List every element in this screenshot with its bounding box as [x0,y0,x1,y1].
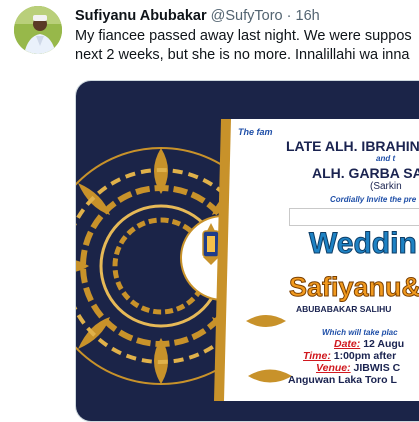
invite-which-line: Which will take plac [322,328,398,337]
date-value: 12 Augu [363,338,405,350]
meta-separator: · [286,8,292,24]
invite-groom-name: Safiyanu& [289,272,419,303]
tweet-text-line-1: My fiancee passed away last night. We we… [75,28,412,44]
time-value: 1:00pm after [333,350,397,362]
avatar-photo [14,6,62,54]
invite-time-row: Time: 1:00pm after [303,350,396,362]
invite-location: Anguwan Laka Toro L [288,374,397,386]
tweet-text: My fiancee passed away last night. We we… [75,27,419,65]
tweet-media-image[interactable]: The fam LATE ALH. IBRAHIN and t ALH. GAR… [75,80,419,422]
invite-name-blank [289,208,419,226]
invite-and-the: and t [376,154,396,163]
invite-venue-row: Venue: JIBWIS C [316,362,400,374]
groom-first-name: Safiyanu [289,272,403,303]
time-label: Time: [303,350,331,362]
invite-late-line: LATE ALH. IBRAHIN [286,138,419,154]
invite-family-line: The fam [238,127,273,137]
invite-sarki-line: (Sarkin [370,181,402,192]
avatar[interactable] [14,6,62,54]
author-name[interactable]: Sufiyanu Abubakar [75,8,207,24]
ampersand: & [401,272,419,303]
invite-garba-line: ALH. GARBA SA [312,165,419,181]
author-handle[interactable]: @SufyToro [211,8,283,24]
date-label: Date: [334,338,361,350]
tweet-timestamp[interactable]: 16h [296,8,320,24]
tweet-header: Sufiyanu Abubakar @SufyToro · 16h [75,7,320,25]
invite-wedding-title: Weddin [309,227,418,261]
venue-label: Venue: [316,362,351,374]
venue-value: JIBWIS C [353,362,401,374]
tweet-text-line-2: next 2 weeks, but she is no more. Innali… [75,47,410,63]
invite-cordially: Cordially Invite the pre [330,195,417,204]
invite-date-row: Date: 12 Augu [334,338,404,350]
invite-groom-full-name: ABUBABAKAR SALIHU [296,304,392,314]
